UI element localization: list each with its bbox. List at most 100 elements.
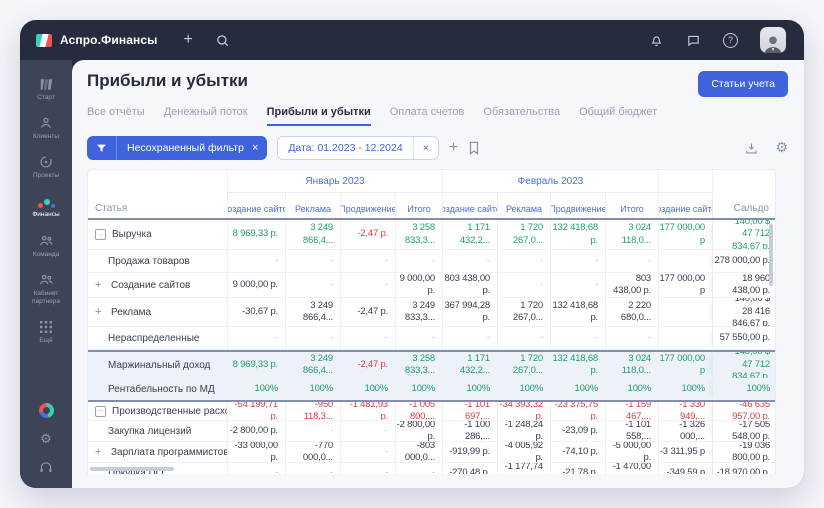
table-cell: - [498, 327, 551, 349]
tab-liabilities[interactable]: Обязательства [483, 106, 560, 126]
table-row-advertising[interactable]: +Реклама -30,67 р. 3 249 866,4... -2,47 … [88, 298, 775, 327]
finance-icon [38, 194, 55, 208]
table-cell: -349,59 р [659, 463, 713, 474]
help-icon[interactable]: ? [723, 33, 738, 48]
saldo-cell: -46 635 957,00 р. [713, 402, 776, 420]
search-icon[interactable] [215, 33, 230, 48]
tab-invoice-payments[interactable]: Оплата счетов [390, 106, 465, 126]
row-label: Зарплата программистов [111, 447, 228, 458]
chat-icon[interactable] [686, 33, 701, 48]
column-site-creation: Создание сайтов [443, 193, 498, 218]
table-row-programmer-salary[interactable]: +Зарплата программистов -33 000,00 р. -7… [88, 442, 775, 463]
projects-icon [39, 155, 53, 169]
tree-expand-icon[interactable]: + [95, 306, 107, 318]
tab-total-budget[interactable]: Общий бюджет [579, 106, 657, 126]
table-cell: - [551, 250, 606, 272]
row-label: Нераспределенные [108, 333, 199, 344]
table-cell: -3 311,95 р [659, 442, 713, 462]
date-filter-chip[interactable]: Дата: 01.2023 - 12.2024 × [277, 136, 438, 160]
brand-icon[interactable] [39, 403, 54, 418]
table-cell: -1 481,93 р. [341, 402, 396, 420]
table-row-marginal-income[interactable]: Маржинальный доход 8 969,33 р. 3 249 866… [88, 350, 775, 379]
saldo-cell: 140,00 $ 47 712 834,67 р. [713, 352, 776, 378]
row-label: Маржинальный доход [108, 360, 210, 371]
table-cell: 9 000,00 р. [228, 273, 286, 297]
table-cell: -74,10 р. [551, 442, 606, 462]
table-cell: 3 249 866,4... [286, 220, 341, 249]
sidebar-item-team[interactable]: Команда [20, 227, 72, 266]
add-filter-icon[interactable]: + [449, 140, 458, 156]
vertical-scrollbar[interactable] [769, 224, 773, 286]
table-row-site-creation[interactable]: +Создание сайтов 9 000,00 р. - - 9 000,0… [88, 273, 775, 298]
horizontal-scrollbar[interactable] [90, 467, 174, 471]
table-cell: 177 000,00 р [659, 352, 713, 378]
table-cell: -1 159 467,... [606, 402, 659, 420]
remove-filter-icon[interactable]: × [250, 142, 267, 154]
table-row-production-expenses[interactable]: −Производственные расходы -54 199,71 р. … [88, 400, 775, 421]
table-cell: - [443, 327, 498, 349]
tree-expand-icon[interactable]: + [95, 446, 107, 458]
table-cell: -1 005 800,... [396, 402, 443, 420]
tab-all-reports[interactable]: Все отчёты [87, 106, 145, 126]
column-advertising: Реклама [498, 193, 551, 218]
table-row-undistributed[interactable]: Нераспределенные - - - - - - - - 57 550,… [88, 327, 775, 350]
start-icon [40, 77, 53, 91]
tree-expand-icon[interactable]: + [95, 279, 107, 291]
table-cell: -1 177,74 р. [498, 463, 551, 474]
table-cell: - [286, 463, 341, 474]
table-cell: - [286, 273, 341, 297]
table-cell: -919,99 р. [443, 442, 498, 462]
column-site-creation: Создание сайтов [228, 193, 286, 218]
table-group-header: Январь 2023 Февраль 2023 [88, 170, 775, 193]
table-row-goods-sales[interactable]: Продажа товаров - - - - - - - - 278 000,… [88, 250, 775, 273]
table-cell: - [228, 327, 286, 349]
table-cell: 367 994,28 р. [443, 298, 498, 326]
tab-profit-loss[interactable]: Прибыли и убытки [267, 106, 371, 126]
clients-icon [39, 116, 53, 130]
support-icon[interactable] [39, 461, 53, 474]
table-cell: 1 171 432,2... [443, 220, 498, 249]
table-row-software-purchase[interactable]: Покупка ПО - - - - -270,48 р. -1 177,74 … [88, 463, 775, 474]
table-row-revenue[interactable]: →Выручка 8 969,33 р. 3 249 866,4... -2,4… [88, 220, 775, 250]
table-row-md-profitability[interactable]: Рентабельность по МД 100% 100% 100% 100%… [88, 379, 775, 400]
table-cell: 3 249 866,4... [286, 352, 341, 378]
row-label: Выручка [112, 229, 152, 240]
sidebar-item-start[interactable]: Старт [20, 70, 72, 109]
collapse-icon[interactable]: − [95, 406, 106, 417]
table-cell [659, 327, 713, 349]
table-cell: 132 418,68 р. [551, 220, 606, 249]
sidebar-item-finance[interactable]: Финансы [20, 187, 72, 226]
settings-icon[interactable]: ⚙ [40, 432, 52, 447]
table-cell: -2 800,00 р. [396, 421, 443, 441]
accounting-articles-button[interactable]: Статьи учета [698, 71, 788, 97]
bookmark-icon[interactable] [468, 141, 480, 155]
saldo-cell: 140,00 $ 47 712 834,67 р. [713, 220, 776, 249]
filter-funnel-icon[interactable] [87, 136, 117, 160]
page-title: Прибыли и убытки [87, 71, 248, 91]
saldo-cell: 278 000,00 р. [713, 250, 776, 272]
sidebar-item-more[interactable]: Ещё [20, 313, 72, 352]
sidebar-item-partner-cabinet[interactable]: Кабинет партнера [20, 266, 72, 313]
saldo-cell: -17 505 548,00 р. [713, 421, 776, 441]
download-icon[interactable] [744, 141, 759, 156]
table-cell: 1 720 267,0... [498, 352, 551, 378]
unsaved-filter-chip[interactable]: Несохраненный фильтр × [87, 136, 267, 160]
avatar[interactable] [760, 27, 786, 53]
tab-cash-flow[interactable]: Денежный поток [164, 106, 248, 126]
notifications-icon[interactable] [649, 33, 664, 48]
expand-icon[interactable]: → [95, 229, 106, 240]
create-icon[interactable]: + [183, 31, 192, 49]
table-cell: 3 249 833,3... [396, 298, 443, 326]
table-settings-icon[interactable]: ⚙ [775, 140, 788, 156]
remove-date-filter-icon[interactable]: × [413, 137, 438, 159]
table-cell: -1 101 558,... [606, 421, 659, 441]
sidebar-item-clients[interactable]: Клиенты [20, 109, 72, 148]
table-cell: 100% [228, 379, 286, 399]
table-cell: -2,47 р. [341, 298, 396, 326]
table-cell: -21,78 р. [551, 463, 606, 474]
table-cell: 177 000,00 р [659, 220, 713, 249]
table-row-license-purchase[interactable]: Закупка лицензий -2 800,00 р. - - -2 800… [88, 421, 775, 442]
table-cell: - [228, 463, 286, 474]
table-cell: 1 171 432,2... [443, 352, 498, 378]
sidebar-item-projects[interactable]: Проекты [20, 148, 72, 187]
